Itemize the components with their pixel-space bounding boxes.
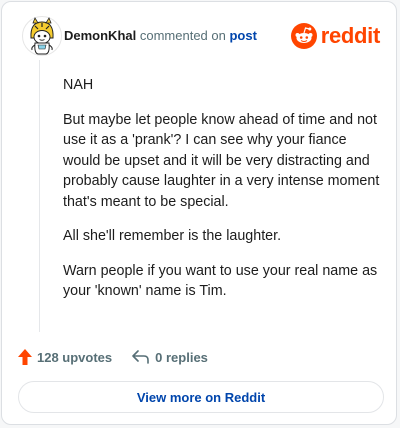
reply-button[interactable]: 0 replies: [132, 350, 208, 365]
reddit-logo[interactable]: reddit: [290, 21, 381, 51]
comment-body: NAH But maybe let people know ahead of t…: [63, 75, 381, 316]
upvote-button[interactable]: 128 upvotes: [18, 349, 112, 365]
snoo-avatar-icon[interactable]: [22, 16, 62, 56]
comment-paragraph: NAH: [63, 77, 94, 93]
reddit-logo-icon: [290, 23, 317, 49]
view-more-button[interactable]: View more on Reddit: [18, 381, 384, 413]
thread-line: [39, 60, 40, 332]
comment-paragraph: But maybe let people know ahead of time …: [63, 111, 380, 210]
comment-meta: DemonKhal commented on post: [64, 28, 257, 43]
upvote-count: 128 upvotes: [37, 349, 113, 365]
reply-count: 0 replies: [155, 349, 208, 365]
comment-paragraph: All she'll remember is the laughter.: [63, 228, 282, 244]
comment-paragraph: Warn people if you want to use your real…: [63, 262, 378, 300]
comment-card: DemonKhal commented on post reddit NAH B…: [1, 1, 397, 425]
post-link[interactable]: post: [229, 28, 256, 43]
comment-actions: 128 upvotes 0 replies: [18, 346, 208, 368]
upvote-arrow-icon: [18, 349, 32, 365]
comment-header: DemonKhal commented on post reddit: [22, 16, 380, 56]
reddit-wordmark: reddit: [320, 23, 381, 48]
username-link[interactable]: DemonKhal: [64, 28, 136, 43]
comment-action-text: commented on: [139, 28, 226, 43]
reply-icon: [132, 350, 149, 364]
